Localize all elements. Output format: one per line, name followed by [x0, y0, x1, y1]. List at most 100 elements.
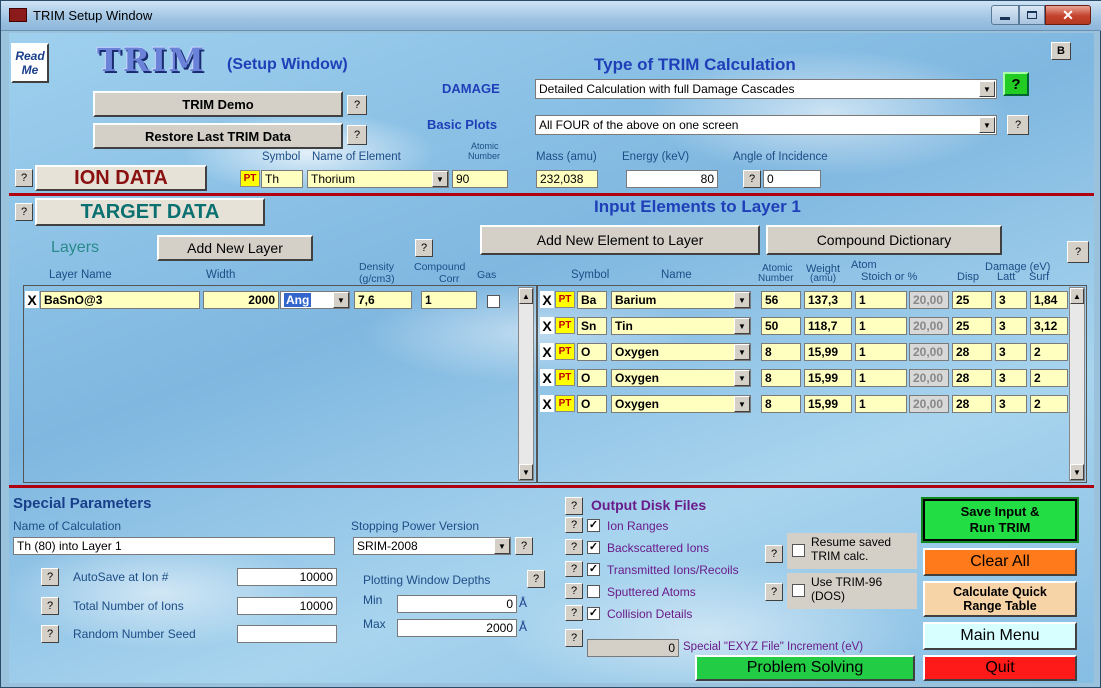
ion-mass-field[interactable]: 232,038: [536, 170, 598, 188]
element-disp-field[interactable]: 28: [952, 343, 992, 361]
element-symbol-field[interactable]: O: [577, 395, 607, 413]
ion-name-dropdown-icon[interactable]: ▼: [432, 171, 448, 187]
element-atomic-field[interactable]: 8: [761, 369, 801, 387]
element-weight-field[interactable]: 15,99: [804, 395, 852, 413]
element-weight-field[interactable]: 15,99: [804, 343, 852, 361]
minimize-button[interactable]: [991, 5, 1019, 25]
ion-angle-help-button[interactable]: ?: [743, 170, 761, 188]
damage-select[interactable]: Detailed Calculation with full Damage Ca…: [535, 79, 997, 99]
element-periodic-table-button[interactable]: PT: [555, 343, 575, 360]
random-seed-help-button[interactable]: ?: [41, 625, 59, 643]
ion-data-help-button[interactable]: ?: [15, 169, 33, 187]
element-stoich-field[interactable]: 1: [855, 369, 907, 387]
element-atomic-field[interactable]: 8: [761, 395, 801, 413]
layer-scrollbar[interactable]: ▲ ▼: [518, 287, 534, 481]
element-weight-field[interactable]: 137,3: [804, 291, 852, 309]
element-scrollbar[interactable]: ▲ ▼: [1069, 287, 1085, 481]
element-delete-button[interactable]: X: [540, 369, 554, 386]
quit-button[interactable]: Quit: [923, 655, 1077, 681]
element-stoich-field[interactable]: 1: [855, 291, 907, 309]
element-symbol-field[interactable]: Ba: [577, 291, 607, 309]
element-surf-field[interactable]: 1,84: [1030, 291, 1068, 309]
restore-last-data-button[interactable]: Restore Last TRIM Data: [93, 123, 343, 149]
scroll-up-icon[interactable]: ▲: [1070, 288, 1084, 304]
total-ions-help-button[interactable]: ?: [41, 597, 59, 615]
ion-energy-field[interactable]: 80: [626, 170, 718, 188]
element-periodic-table-button[interactable]: PT: [555, 395, 575, 412]
plot-depth-help-button[interactable]: ?: [527, 570, 545, 588]
element-disp-field[interactable]: 25: [952, 291, 992, 309]
element-stoich-field[interactable]: 1: [855, 343, 907, 361]
basic-plots-help-button[interactable]: ?: [1007, 115, 1029, 135]
element-name-dropdown-icon[interactable]: ▼: [734, 318, 750, 334]
element-atomic-field[interactable]: 50: [761, 317, 801, 335]
element-periodic-table-button[interactable]: PT: [555, 291, 575, 308]
element-symbol-field[interactable]: Sn: [577, 317, 607, 335]
element-latt-field[interactable]: 3: [995, 317, 1027, 335]
element-delete-button[interactable]: X: [540, 395, 554, 412]
damage-help-button[interactable]: ?: [1003, 72, 1029, 96]
trim-demo-help-button[interactable]: ?: [347, 95, 367, 115]
element-atomic-field[interactable]: 56: [761, 291, 801, 309]
element-delete-button[interactable]: X: [540, 317, 554, 334]
output-file-checkbox[interactable]: [587, 585, 600, 598]
element-disp-field[interactable]: 25: [952, 317, 992, 335]
output-file-checkbox[interactable]: ✓: [587, 541, 600, 554]
element-help-button[interactable]: ?: [1067, 241, 1089, 263]
ion-periodic-table-button[interactable]: PT: [240, 170, 260, 187]
element-latt-field[interactable]: 3: [995, 395, 1027, 413]
stopping-power-select[interactable]: SRIM-2008: [353, 537, 511, 555]
element-name-select[interactable]: Oxygen: [611, 395, 751, 413]
scroll-down-icon[interactable]: ▼: [1070, 464, 1084, 480]
add-new-layer-button[interactable]: Add New Layer: [157, 235, 313, 261]
layer-corr-field[interactable]: 1: [421, 291, 477, 309]
element-disp-field[interactable]: 28: [952, 369, 992, 387]
read-me-button[interactable]: Read Me: [11, 43, 49, 83]
exyz-field[interactable]: 0: [587, 639, 679, 657]
random-seed-field[interactable]: [237, 625, 337, 643]
b-button[interactable]: B: [1051, 42, 1071, 60]
compound-dictionary-button[interactable]: Compound Dictionary: [766, 225, 1002, 255]
element-surf-field[interactable]: 2: [1030, 343, 1068, 361]
output-file-checkbox[interactable]: ✓: [587, 607, 600, 620]
element-latt-field[interactable]: 3: [995, 369, 1027, 387]
element-periodic-table-button[interactable]: PT: [555, 369, 575, 386]
ion-name-select[interactable]: Thorium: [307, 170, 449, 188]
scroll-down-icon[interactable]: ▼: [519, 464, 533, 480]
layer-unit-dropdown-icon[interactable]: ▼: [333, 292, 349, 308]
element-surf-field[interactable]: 2: [1030, 369, 1068, 387]
element-weight-field[interactable]: 15,99: [804, 369, 852, 387]
total-ions-field[interactable]: 10000: [237, 597, 337, 615]
max-depth-field[interactable]: 2000: [397, 619, 517, 637]
layer-density-field[interactable]: 7,6: [354, 291, 412, 309]
damage-dropdown-icon[interactable]: ▼: [979, 81, 995, 97]
min-depth-field[interactable]: 0: [397, 595, 517, 613]
output-file-checkbox[interactable]: ✓: [587, 563, 600, 576]
element-name-select[interactable]: Oxygen: [611, 343, 751, 361]
element-stoich-field[interactable]: 1: [855, 395, 907, 413]
element-stoich-field[interactable]: 1: [855, 317, 907, 335]
element-name-dropdown-icon[interactable]: ▼: [734, 370, 750, 386]
element-delete-button[interactable]: X: [540, 343, 554, 360]
output-file-help-button[interactable]: ?: [565, 561, 583, 577]
resume-help-button[interactable]: ?: [765, 545, 783, 563]
ion-atomic-field[interactable]: 90: [452, 170, 508, 188]
output-file-help-button[interactable]: ?: [565, 583, 583, 599]
element-name-dropdown-icon[interactable]: ▼: [734, 396, 750, 412]
main-menu-button[interactable]: Main Menu: [923, 622, 1077, 650]
basic-plots-select[interactable]: All FOUR of the above on one screen: [535, 115, 997, 135]
clear-all-button[interactable]: Clear All: [923, 548, 1077, 576]
maximize-button[interactable]: [1019, 5, 1045, 25]
basic-plots-dropdown-icon[interactable]: ▼: [979, 117, 995, 133]
element-symbol-field[interactable]: O: [577, 343, 607, 361]
quick-range-button[interactable]: Calculate Quick Range Table: [923, 581, 1077, 617]
resume-checkbox[interactable]: [792, 544, 805, 557]
trim-demo-button[interactable]: TRIM Demo: [93, 91, 343, 117]
calc-name-field[interactable]: Th (80) into Layer 1: [13, 537, 335, 555]
save-run-button[interactable]: Save Input & Run TRIM: [921, 497, 1079, 543]
ion-angle-field[interactable]: 0: [763, 170, 821, 188]
element-latt-field[interactable]: 3: [995, 343, 1027, 361]
stopping-power-help-button[interactable]: ?: [515, 537, 533, 555]
output-file-help-button[interactable]: ?: [565, 605, 583, 621]
autosave-help-button[interactable]: ?: [41, 568, 59, 586]
